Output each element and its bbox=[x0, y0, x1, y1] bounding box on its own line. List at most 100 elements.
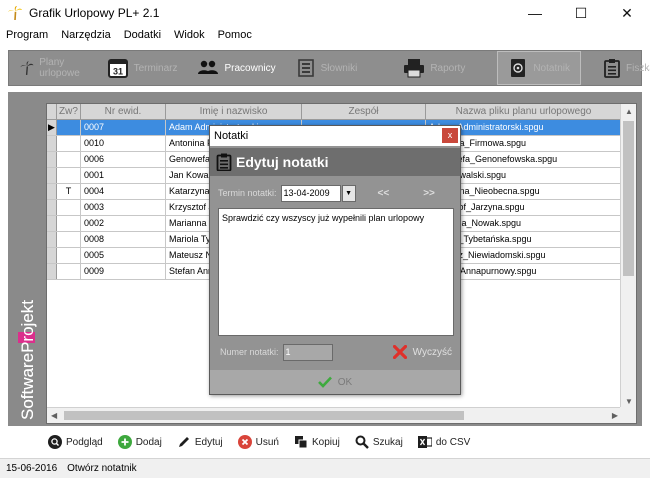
edytuj-label: Edytuj bbox=[194, 436, 223, 448]
prev-note-button[interactable]: << bbox=[378, 188, 390, 199]
edytuj-button[interactable]: Edytuj bbox=[177, 435, 223, 449]
dictionary-list-icon bbox=[297, 59, 314, 77]
dialog-close-button[interactable]: x bbox=[442, 128, 458, 143]
toolbar-plany-label: Plany urlopowe bbox=[39, 57, 80, 79]
maximize-button[interactable]: ☐ bbox=[558, 0, 604, 26]
toolbar-fiszka-label: Fiszka bbox=[626, 62, 650, 74]
minimize-button[interactable]: — bbox=[512, 0, 558, 26]
notes-dialog: Notatki x Edytuj notatki Termin notatki:… bbox=[209, 125, 461, 395]
col-header-nr[interactable]: Nr ewid. bbox=[81, 104, 166, 119]
dialog-title-bar: Notatki bbox=[210, 126, 460, 146]
cell-nr: 0005 bbox=[81, 248, 166, 263]
date-row: Termin notatki: 13-04-2009 ▼ << >> bbox=[218, 184, 454, 202]
toolbar-pracownicy[interactable]: Pracownicy bbox=[187, 51, 285, 85]
cell-nr: 0003 bbox=[81, 200, 166, 215]
menu-widok[interactable]: Widok bbox=[174, 29, 205, 41]
cell-nr: 0010 bbox=[81, 136, 166, 151]
red-x-icon bbox=[392, 345, 407, 359]
toolbar-notatnik-label: Notatnik bbox=[533, 62, 571, 74]
softwareprojekt-logo: SoftwareProjekt SoftwareProjekt bbox=[18, 300, 37, 420]
row-indicator bbox=[47, 264, 57, 279]
cell-zw bbox=[57, 152, 81, 167]
scrollbar-thumb[interactable] bbox=[623, 121, 634, 276]
plus-icon bbox=[117, 435, 132, 449]
close-button[interactable]: ✕ bbox=[604, 0, 650, 26]
podglad-button[interactable]: Podgląd bbox=[48, 435, 103, 449]
number-row: Numer notatki: 1 Wyczyść bbox=[220, 342, 452, 362]
cell-zw bbox=[57, 168, 81, 183]
window-title: Grafik Urlopowy PL+ 2.1 bbox=[29, 6, 160, 20]
toolbar-slowniki[interactable]: Słowniki bbox=[286, 51, 368, 85]
date-dropdown-button[interactable]: ▼ bbox=[341, 184, 356, 202]
date-field[interactable]: 13-04-2009 bbox=[280, 184, 341, 202]
row-indicator bbox=[47, 200, 57, 215]
dialog-title: Notatki bbox=[214, 130, 249, 142]
scroll-corner bbox=[620, 407, 636, 423]
main-toolbar: Plany urlopowe 31 Terminarz Pracownicy S… bbox=[8, 50, 650, 86]
kopiuj-label: Kopiuj bbox=[312, 436, 340, 448]
copy-icon bbox=[295, 436, 308, 449]
menu-dodatki[interactable]: Dodatki bbox=[124, 29, 161, 41]
col-header-zw[interactable]: Zw? bbox=[57, 104, 81, 119]
ok-label: OK bbox=[337, 376, 353, 388]
cell-nr: 0007 bbox=[81, 120, 166, 135]
usun-label: Usuń bbox=[255, 436, 279, 448]
title-bar: Grafik Urlopowy PL+ 2.1 — ☐ ✕ bbox=[0, 0, 650, 26]
grid-header: Zw? Nr ewid. Imię i nazwisko Zespół Nazw… bbox=[47, 104, 622, 120]
checkmark-icon bbox=[317, 376, 332, 388]
toolbar-plany-urlopowe[interactable]: Plany urlopowe bbox=[9, 51, 97, 85]
row-indicator bbox=[47, 152, 57, 167]
calendar-icon: 31 bbox=[107, 59, 128, 78]
row-indicator bbox=[47, 248, 57, 263]
menu-bar: Program Narzędzia Dodatki Widok Pomoc bbox=[0, 26, 650, 44]
note-textarea[interactable]: Sprawdzić czy wszyscy już wypełnili plan… bbox=[218, 208, 454, 336]
toolbar-notatnik[interactable]: Notatnik bbox=[497, 51, 582, 85]
cell-zw bbox=[57, 136, 81, 151]
col-header-zespol[interactable]: Zespół bbox=[302, 104, 426, 119]
col-header-plik[interactable]: Nazwa pliku planu urlopowego bbox=[426, 104, 622, 119]
next-note-button[interactable]: >> bbox=[423, 188, 435, 199]
szukaj-button[interactable]: Szukaj bbox=[355, 435, 403, 449]
scroll-up-icon[interactable]: ▲ bbox=[625, 107, 633, 116]
dodaj-button[interactable]: Dodaj bbox=[117, 435, 162, 449]
dialog-footer: OK bbox=[210, 370, 460, 394]
row-indicator bbox=[47, 184, 57, 199]
csv-label: do CSV bbox=[435, 436, 471, 448]
kopiuj-button[interactable]: Kopiuj bbox=[294, 435, 340, 449]
ok-button[interactable]: OK bbox=[317, 376, 353, 388]
menu-program[interactable]: Program bbox=[6, 29, 48, 41]
menu-narzedzia[interactable]: Narzędzia bbox=[61, 29, 111, 41]
cell-zw bbox=[57, 120, 81, 135]
col-header-imie[interactable]: Imię i nazwisko bbox=[166, 104, 302, 119]
status-bar: 15-06-2016 Otwórz notatnik bbox=[0, 458, 650, 478]
scrollbar-thumb[interactable] bbox=[64, 411, 464, 420]
palm-tree-icon bbox=[20, 61, 34, 75]
clipboard-icon bbox=[604, 59, 620, 78]
toolbar-terminarz[interactable]: 31 Terminarz bbox=[97, 51, 188, 85]
grid-header-indicator bbox=[47, 104, 57, 119]
scroll-down-icon[interactable]: ▼ bbox=[625, 397, 633, 406]
status-message: Otwórz notatnik bbox=[67, 463, 137, 474]
toolbar-raporty[interactable]: Raporty bbox=[393, 51, 475, 85]
number-label: Numer notatki: bbox=[220, 347, 279, 357]
row-indicator: ▶ bbox=[47, 120, 57, 135]
toolbar-terminarz-label: Terminarz bbox=[133, 62, 178, 74]
clear-button[interactable]: Wyczyść bbox=[392, 345, 452, 359]
cell-nr: 0009 bbox=[81, 264, 166, 279]
scroll-right-icon[interactable]: ▶ bbox=[612, 411, 618, 420]
palm-tree-icon bbox=[8, 6, 22, 21]
row-indicator bbox=[47, 168, 57, 183]
date-label: Termin notatki: bbox=[218, 188, 277, 198]
export-csv-button[interactable]: do CSV bbox=[417, 435, 471, 449]
usun-button[interactable]: Usuń bbox=[237, 435, 279, 449]
magnifier-icon bbox=[48, 435, 62, 449]
cell-zw bbox=[57, 216, 81, 231]
toolbar-fiszka[interactable]: Fiszka bbox=[593, 51, 650, 85]
scroll-left-icon[interactable]: ◀ bbox=[51, 411, 57, 420]
grid-horizontal-scrollbar[interactable]: ◀ ▶ bbox=[47, 407, 622, 423]
menu-pomoc[interactable]: Pomoc bbox=[218, 29, 252, 41]
number-field[interactable]: 1 bbox=[282, 343, 333, 361]
grid-vertical-scrollbar[interactable]: ▲ ▼ bbox=[620, 104, 636, 409]
cell-zw bbox=[57, 264, 81, 279]
dialog-header: Edytuj notatki bbox=[210, 148, 460, 176]
